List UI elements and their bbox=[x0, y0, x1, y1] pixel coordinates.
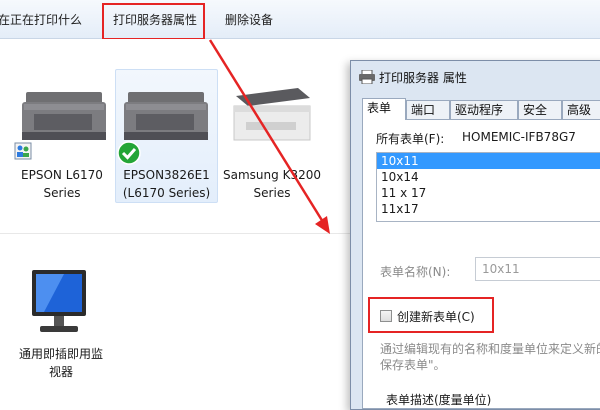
tab-forms[interactable]: 表单 bbox=[362, 98, 406, 120]
annotation-arrow bbox=[208, 39, 330, 234]
